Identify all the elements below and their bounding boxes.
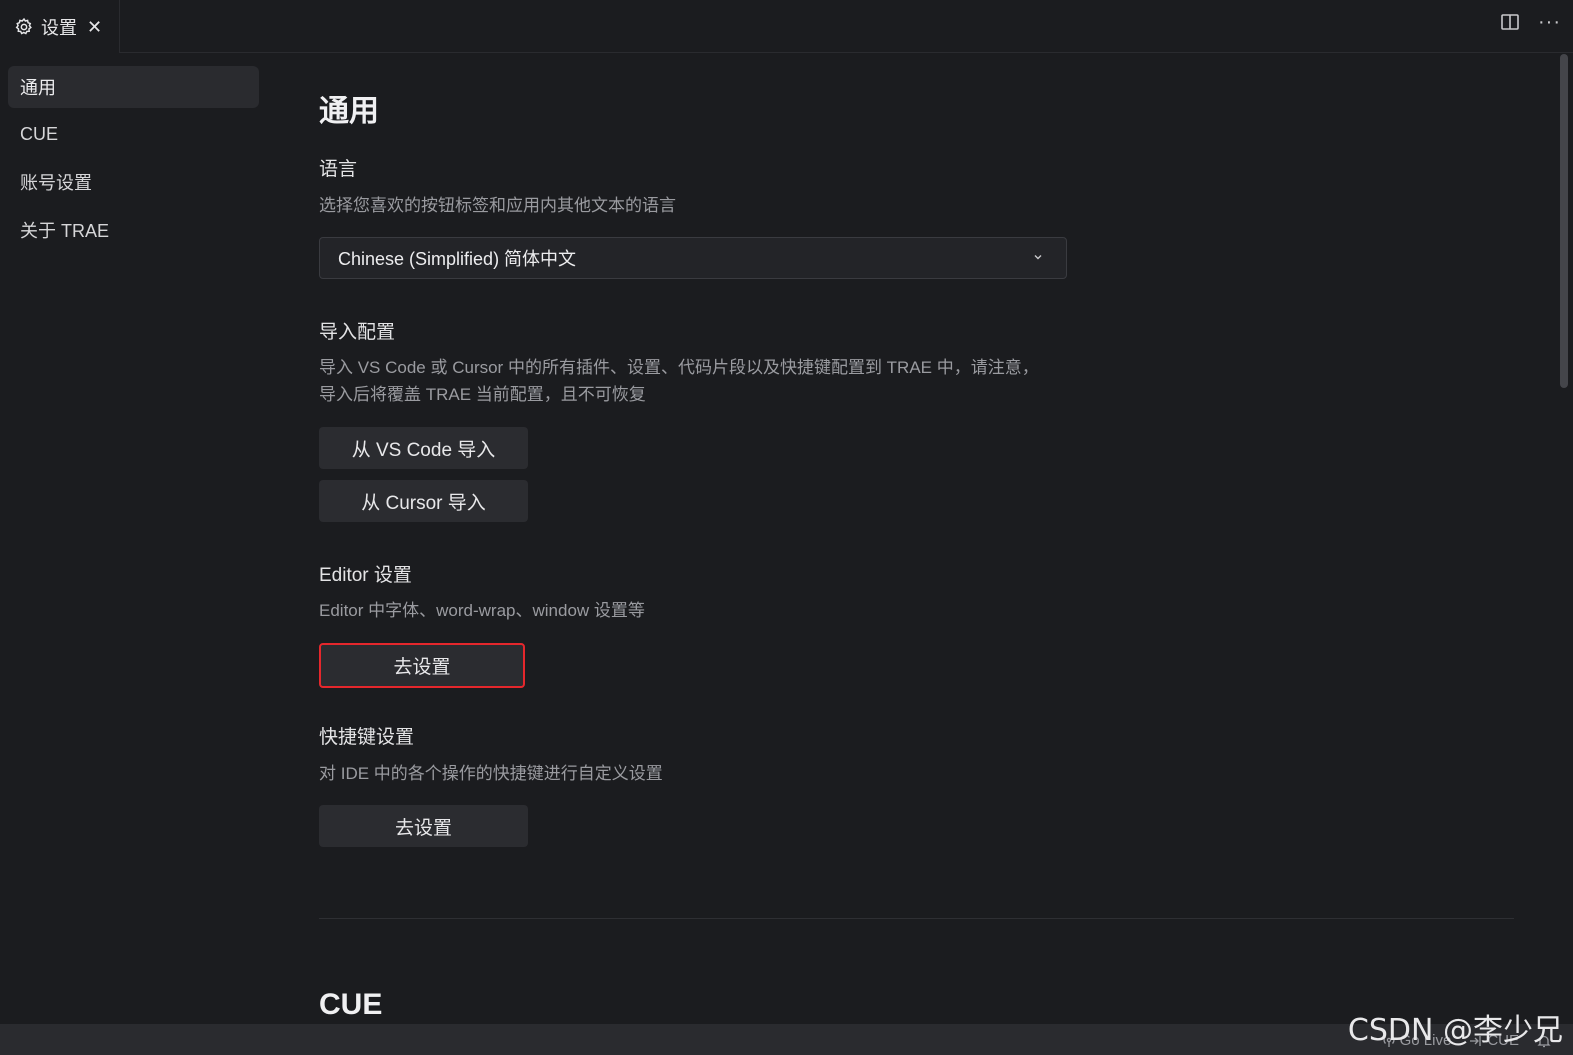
page-title: 通用 — [319, 95, 379, 128]
sidebar-item-about[interactable]: 关于 TRAE — [8, 209, 259, 251]
import-desc-line2: 导入后将覆盖 TRAE 当前配置，且不可恢复 — [319, 385, 646, 404]
cue-section-title: CUE — [319, 988, 383, 1021]
language-select[interactable]: Chinese (Simplified) 简体中文 — [319, 237, 1067, 279]
editor-actions: ··· — [1500, 12, 1561, 32]
sidebar-item-label: 通用 — [20, 78, 56, 98]
sidebar-item-label: CUE — [20, 123, 59, 144]
editor-settings-desc: Editor 中字体、word-wrap、window 设置等 — [319, 601, 645, 620]
watermark-text: CSDN @李少兄 — [1347, 1013, 1563, 1048]
keybindings-desc: 对 IDE 中的各个操作的快捷键进行自定义设置 — [319, 764, 663, 783]
import-desc-line1: 导入 VS Code 或 Cursor 中的所有插件、设置、代码片段以及快捷键配… — [319, 358, 1039, 377]
split-editor-icon[interactable] — [1500, 12, 1520, 32]
gear-icon — [15, 17, 32, 35]
keybindings-title: 快捷键设置 — [319, 727, 415, 748]
tab-bar: 设置 ✕ ··· — [0, 0, 1573, 53]
import-cursor-button[interactable]: 从 Cursor 导入 — [319, 480, 528, 522]
language-select-value: Chinese (Simplified) 简体中文 — [338, 249, 577, 269]
settings-sidebar: 通用 CUE 账号设置 关于 TRAE — [0, 54, 270, 1024]
sidebar-item-cue[interactable]: CUE — [8, 113, 259, 155]
keybindings-button[interactable]: 去设置 — [319, 805, 528, 847]
import-vscode-button[interactable]: 从 VS Code 导入 — [319, 427, 528, 469]
sidebar-item-general[interactable]: 通用 — [8, 66, 259, 108]
settings-content: 通用 语言 选择您喜欢的按钮标签和应用内其他文本的语言 Chinese (Sim… — [319, 54, 1519, 1024]
status-bar: Go Live CUE — [0, 1024, 1573, 1055]
editor-settings-title: Editor 设置 — [319, 565, 412, 586]
tab-settings[interactable]: 设置 ✕ — [0, 0, 120, 53]
close-icon[interactable]: ✕ — [87, 18, 102, 36]
sidebar-item-account[interactable]: 账号设置 — [8, 161, 259, 203]
sidebar-item-label: 关于 TRAE — [20, 221, 110, 241]
language-title: 语言 — [319, 159, 358, 180]
tab-label: 设置 — [41, 17, 77, 38]
language-desc: 选择您喜欢的按钮标签和应用内其他文本的语言 — [319, 196, 676, 215]
import-title: 导入配置 — [319, 322, 396, 343]
editor-settings-button[interactable]: 去设置 — [319, 643, 525, 688]
section-divider — [319, 918, 1514, 919]
settings-window: 设置 ✕ ··· 通用 CUE 账号设置 关于 TRAE 通用 语言 选择您喜欢… — [0, 0, 1573, 1055]
more-actions-icon[interactable]: ··· — [1538, 12, 1561, 32]
sidebar-item-label: 账号设置 — [20, 173, 92, 193]
chevron-down-icon — [1034, 255, 1042, 260]
vertical-scrollbar[interactable] — [1560, 54, 1568, 388]
